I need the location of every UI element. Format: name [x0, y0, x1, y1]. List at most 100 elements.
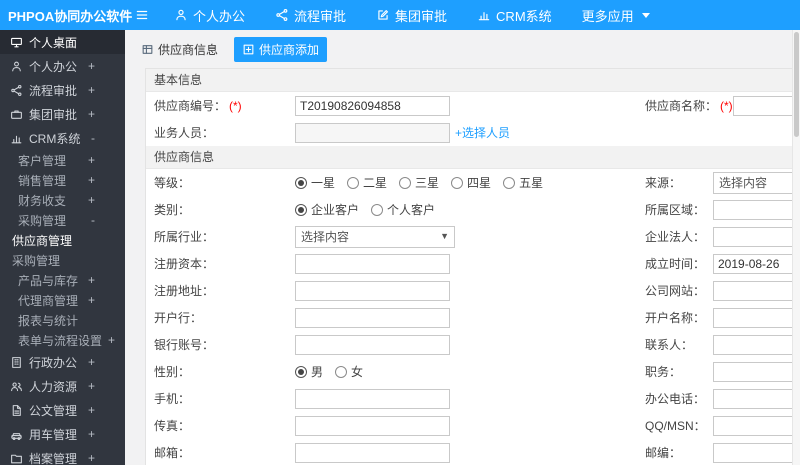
radio-icon	[399, 176, 412, 189]
account-name-input[interactable]	[713, 307, 800, 328]
caret-down-icon	[641, 12, 650, 18]
company-website-input[interactable]	[713, 280, 800, 301]
bank-branch-input[interactable]	[295, 307, 450, 328]
field-label: 手机：	[154, 392, 191, 406]
field-control	[713, 415, 800, 436]
app-logo[interactable]: PHPOA协同办公软件	[0, 6, 132, 25]
topnav-more-apps[interactable]: 更多应用	[567, 0, 665, 30]
registered-address-input[interactable]	[295, 280, 450, 301]
expand-plus-icon: +	[87, 293, 95, 307]
field-control	[713, 334, 800, 355]
sidebar-item-label: 报表与统计	[18, 313, 79, 328]
topnav-label: 集团审批	[395, 8, 448, 24]
form-row: 所属行业： 选择内容 ▼ 企业法人：	[146, 223, 800, 250]
collapse-minus-icon: -	[91, 213, 95, 227]
level-radio-option[interactable]: 二星	[347, 174, 387, 191]
sidebar-item-personal-desktop[interactable]: 个人桌面	[0, 30, 125, 54]
contact-person-input[interactable]	[713, 334, 800, 355]
category-radio-option[interactable]: 个人客户	[371, 201, 435, 218]
field-label: 所属行业：	[154, 230, 215, 244]
sidebar-item-report-statistics[interactable]: 报表与统计	[0, 310, 125, 330]
users-icon	[11, 381, 22, 391]
sidebar-item-vehicle-management[interactable]: 用车管理 +	[0, 422, 125, 446]
scrollbar-thumb[interactable]	[794, 32, 799, 137]
sidebar-item-supplier-management[interactable]: 供应商管理	[0, 230, 125, 250]
business-person-input[interactable]	[295, 122, 450, 143]
field-control: 选择内容▼	[295, 225, 645, 248]
expand-plus-icon: +	[87, 193, 95, 207]
topnav-process-approval[interactable]: 流程审批	[260, 0, 361, 30]
postcode-input[interactable]	[713, 442, 800, 463]
topnav-group-approval[interactable]: 集团审批	[361, 0, 462, 30]
fax-input[interactable]	[295, 415, 450, 436]
supplier-name-input[interactable]	[732, 95, 800, 116]
radio-icon	[347, 176, 360, 189]
radio-icon	[503, 176, 516, 189]
field-control: 选择内容▼	[713, 171, 800, 194]
sidebar-item-label: 集团审批	[29, 107, 78, 122]
sidebar-item-document-management[interactable]: 公文管理 +	[0, 398, 125, 422]
supplier-code-input[interactable]	[295, 95, 450, 116]
source-select[interactable]: 选择内容▼	[713, 171, 800, 194]
sidebar-item-human-resources[interactable]: 人力资源 +	[0, 374, 125, 398]
flow-icon	[276, 9, 288, 21]
established-date-input[interactable]	[713, 253, 800, 274]
sidebar-item-sales-management[interactable]: 销售管理 +	[0, 170, 125, 190]
level-radio-option[interactable]: 一星	[295, 174, 335, 191]
sidebar-item-purchase-management[interactable]: 采购管理	[0, 250, 125, 270]
sidebar-item-label: 档案管理	[29, 451, 78, 465]
level-radio-option[interactable]: 三星	[399, 174, 439, 191]
collapse-minus-icon: -	[91, 131, 95, 145]
sidebar-item-customer-management[interactable]: 客户管理 +	[0, 150, 125, 170]
field-control	[295, 253, 645, 274]
caret-down-icon: ▼	[440, 231, 449, 241]
expand-plus-icon: +	[87, 355, 95, 369]
sidebar-item-archive-management[interactable]: 档案管理 +	[0, 446, 125, 465]
legal-person-input[interactable]	[713, 226, 800, 247]
field-control	[295, 334, 645, 355]
field-control	[713, 199, 800, 220]
gender-radio-option[interactable]: 女	[335, 363, 363, 380]
sidebar-item-label: 行政办公	[29, 355, 78, 370]
office-phone-input[interactable]	[713, 388, 800, 409]
choose-person-link[interactable]: +选择人员	[455, 124, 510, 141]
desktop-icon	[11, 37, 22, 47]
radio-label: 个人客户	[387, 203, 436, 217]
expand-plus-icon: +	[87, 403, 95, 417]
menu-toggle-button[interactable]	[125, 0, 159, 30]
region-input[interactable]	[713, 199, 800, 220]
form-row: 性别：男女职务：	[146, 358, 800, 385]
field-control	[713, 442, 800, 463]
tab-supplier-info[interactable]: 供应商信息	[133, 37, 226, 62]
sidebar-item-crm-system[interactable]: CRM系统 -	[0, 126, 125, 150]
category-radio-option[interactable]: 企业客户	[295, 201, 359, 218]
level-radio-option[interactable]: 五星	[503, 174, 543, 191]
gender-radio-option[interactable]: 男	[295, 363, 323, 380]
sidebar-item-form-flow-settings[interactable]: 表单与流程设置 +	[0, 330, 125, 350]
form-row: 类别： 企业客户 个人客户 所属区域：	[146, 196, 800, 223]
industry-select[interactable]: 选择内容 ▼	[295, 225, 455, 248]
vertical-scrollbar[interactable]	[792, 30, 800, 465]
field-control: 企业客户 个人客户	[295, 201, 645, 218]
field-label: 邮编：	[645, 446, 682, 460]
sidebar-item-personal-office[interactable]: 个人办公 +	[0, 54, 125, 78]
sidebar-item-admin-office[interactable]: 行政办公 +	[0, 350, 125, 374]
sidebar-item-group-approval[interactable]: 集团审批 +	[0, 102, 125, 126]
sidebar-item-product-inventory[interactable]: 产品与库存 +	[0, 270, 125, 290]
tab-supplier-add[interactable]: 供应商添加	[234, 37, 328, 62]
bank-account-input[interactable]	[295, 334, 450, 355]
email-input[interactable]	[295, 442, 450, 463]
field-control	[732, 95, 800, 116]
qq-msn-input[interactable]	[713, 415, 800, 436]
topnav-personal-office[interactable]: 个人办公	[159, 0, 260, 30]
topnav-crm-system[interactable]: CRM系统	[462, 0, 567, 30]
level-radio-option[interactable]: 四星	[451, 174, 491, 191]
topnav-label: 更多应用	[581, 8, 634, 24]
position-input[interactable]	[713, 361, 800, 382]
sidebar-item-procurement-management[interactable]: 采购管理 -	[0, 210, 125, 230]
sidebar-item-process-approval[interactable]: 流程审批 +	[0, 78, 125, 102]
registered-capital-input[interactable]	[295, 253, 450, 274]
sidebar-item-finance-income-expense[interactable]: 财务收支 +	[0, 190, 125, 210]
sidebar-item-agent-management[interactable]: 代理商管理 +	[0, 290, 125, 310]
mobile-input[interactable]	[295, 388, 450, 409]
